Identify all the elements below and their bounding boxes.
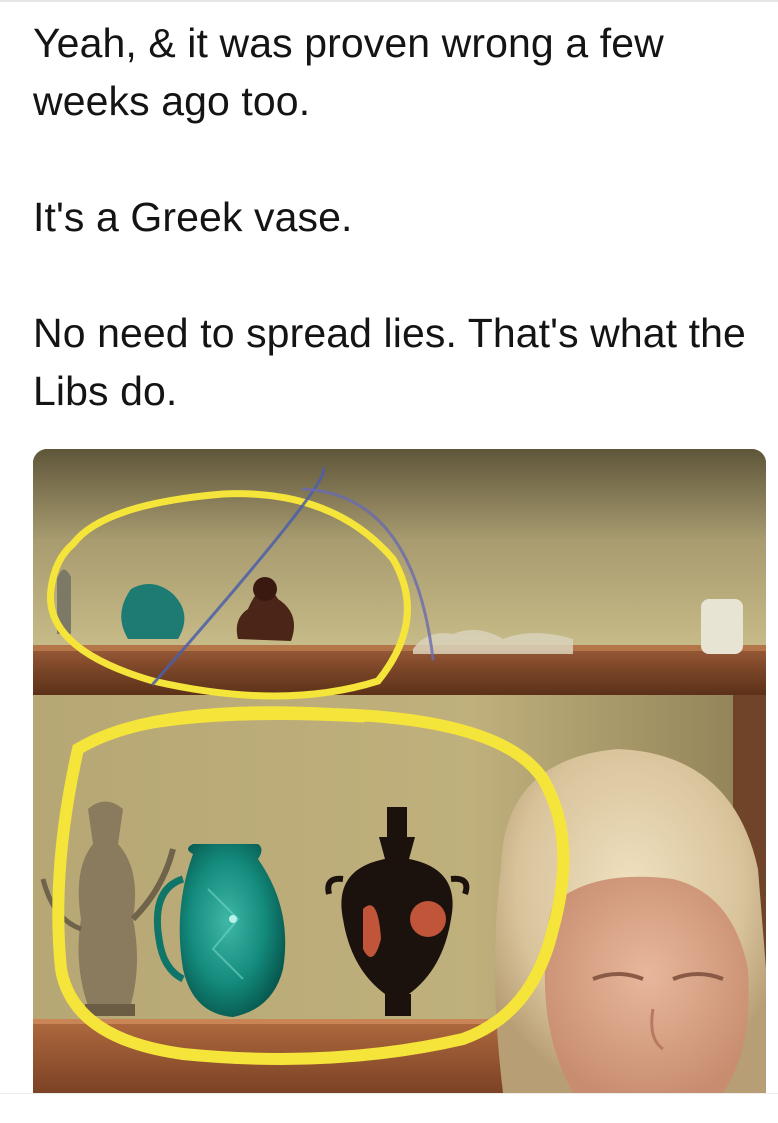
post-paragraph: It's a Greek vase. (33, 194, 353, 240)
post-text: Yeah, & it was proven wrong a few weeks … (33, 14, 773, 420)
photo-scene (33, 449, 766, 1093)
post-paragraph: No need to spread lies. That's what the … (33, 310, 746, 414)
bottom-divider (0, 1093, 778, 1123)
post-photo[interactable] (33, 449, 766, 1093)
person-face (494, 749, 766, 1093)
top-divider (0, 0, 778, 2)
post-paragraph: Yeah, & it was proven wrong a few weeks … (33, 20, 664, 124)
